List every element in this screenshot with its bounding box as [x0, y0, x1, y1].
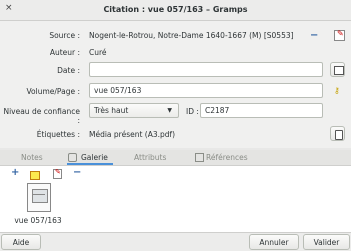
- key-icon: ⚷: [334, 86, 340, 95]
- help-button[interactable]: Aide: [1, 234, 41, 250]
- tab-references[interactable]: Références: [206, 153, 248, 162]
- chevron-down-icon: ▼: [167, 107, 172, 114]
- remove-media-icon[interactable]: −: [73, 167, 81, 178]
- active-tab-indicator: [67, 163, 113, 165]
- edit-media-icon[interactable]: ✎: [53, 168, 62, 179]
- gallery-icon: [68, 153, 77, 162]
- etiquettes-label: Étiquettes :: [36, 130, 80, 139]
- auteur-label: Auteur :: [49, 48, 80, 57]
- volume-field[interactable]: vue 057/163: [89, 83, 323, 98]
- ok-button[interactable]: Valider: [303, 234, 350, 250]
- window-title: Citation : vue 057/163 – Gramps: [103, 5, 248, 14]
- media-thumbnail[interactable]: [27, 183, 51, 212]
- tab-galerie[interactable]: Galerie: [81, 153, 108, 162]
- media-caption: vue 057/163: [14, 216, 62, 225]
- tab-attributs[interactable]: Attributs: [134, 153, 166, 162]
- confiance-label: Niveau de confiance :: [3, 107, 80, 125]
- date-label: Date :: [57, 66, 80, 75]
- source-label: Source :: [49, 31, 80, 40]
- document-icon: [32, 189, 48, 203]
- add-icon[interactable]: +: [11, 167, 19, 178]
- etiquettes-value: Média présent (A3.pdf): [89, 130, 176, 139]
- volume-label: Volume/Page :: [26, 87, 81, 96]
- share-media-icon[interactable]: [30, 171, 40, 180]
- confiance-select[interactable]: Très haut ▼: [89, 103, 179, 118]
- source-value: Nogent-le-Rotrou, Notre-Dame 1640-1667 (…: [89, 31, 294, 40]
- edit-source-icon[interactable]: ✎: [334, 29, 345, 41]
- confiance-value: Très haut: [94, 106, 129, 115]
- calendar-icon: [334, 66, 344, 75]
- title-bar: × Citation : vue 057/163 – Gramps: [0, 0, 351, 21]
- id-field[interactable]: C2187: [200, 103, 323, 118]
- auteur-value: Curé: [89, 48, 107, 57]
- references-icon: [195, 153, 204, 162]
- tag-icon: [335, 130, 343, 140]
- date-field[interactable]: [89, 62, 323, 77]
- button-bar: Aide Annuler Valider: [0, 232, 351, 251]
- date-editor-button[interactable]: [330, 62, 345, 77]
- remove-source-icon[interactable]: −: [310, 30, 318, 41]
- tab-bar: Notes Galerie Attributs Références: [0, 150, 351, 166]
- tab-notes[interactable]: Notes: [21, 153, 43, 162]
- cancel-button[interactable]: Annuler: [249, 234, 299, 250]
- citation-form: Source : Nogent-le-Rotrou, Notre-Dame 16…: [0, 21, 351, 148]
- id-label: ID :: [186, 107, 199, 116]
- edit-tags-button[interactable]: [330, 126, 345, 141]
- gallery-panel: + ✎ − vue 057/163: [0, 166, 351, 232]
